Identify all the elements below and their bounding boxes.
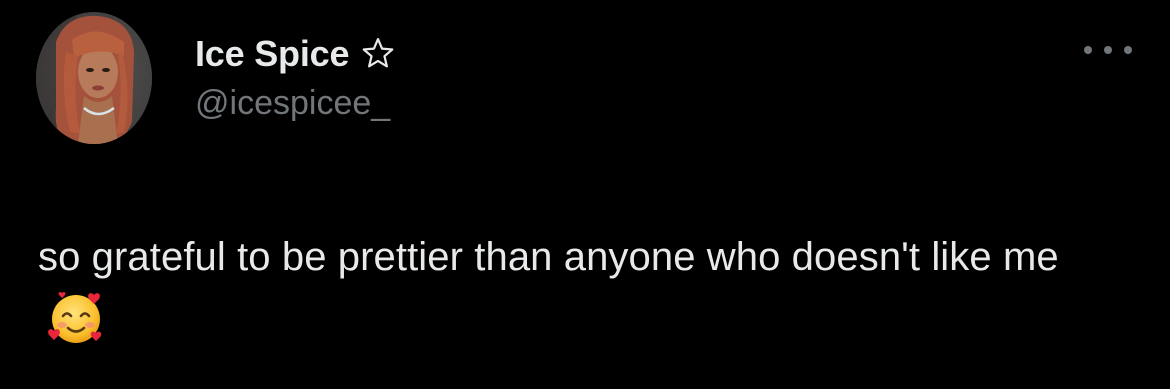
avatar-photo [36, 12, 152, 144]
more-options-button[interactable] [1084, 38, 1132, 62]
smiling-face-with-hearts-icon [46, 289, 108, 347]
tweet-body: so grateful to be prettier than anyone w… [38, 235, 1059, 279]
author-handle[interactable]: @icespicee_ [195, 84, 390, 123]
more-horizontal-icon-dot [1124, 46, 1132, 54]
tweet-card[interactable]: Ice Spice @icespicee_ so grateful to be … [0, 0, 1170, 389]
author-name-row: Ice Spice [195, 32, 397, 76]
avatar[interactable] [36, 12, 152, 144]
tweet-text: so grateful to be prettier than anyone w… [38, 226, 1128, 352]
more-horizontal-icon [1084, 46, 1092, 54]
star-outline-icon [359, 35, 397, 73]
more-horizontal-icon-dot [1104, 46, 1112, 54]
display-name[interactable]: Ice Spice [195, 33, 349, 75]
